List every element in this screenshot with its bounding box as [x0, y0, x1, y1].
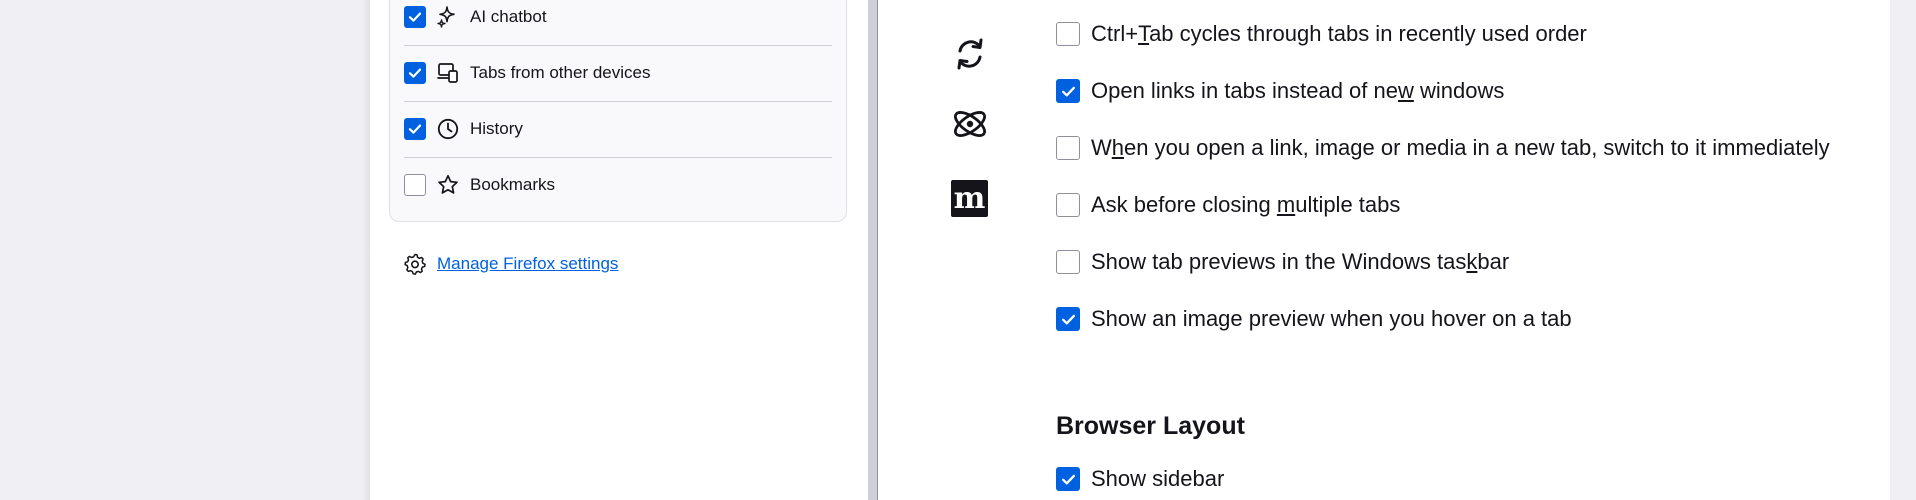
ask-before-closing-label: Ask before closing multiple tabs — [1091, 192, 1400, 218]
open-links-in-tabs-label: Open links in tabs instead of new window… — [1091, 78, 1504, 104]
window-right-edge — [1890, 0, 1916, 500]
settings-main-content: m Ctrl+Tab cycles through tabs in recent… — [878, 0, 1890, 500]
sidebar-option-bookmarks[interactable]: Bookmarks — [404, 157, 832, 213]
ctrl-tab-label-pre: Ctrl+ — [1091, 21, 1139, 46]
ai-chatbot-label: AI chatbot — [470, 7, 547, 26]
sidebar-tools-card: AI chatbot Tabs from other devices Histo… — [389, 0, 847, 222]
sidebar-customize-panel: AI chatbot Tabs from other devices Histo… — [370, 0, 868, 500]
open-links-label-accesskey: w — [1397, 78, 1414, 103]
ctrl-tab-checkbox[interactable] — [1056, 22, 1080, 46]
open-links-in-tabs-checkbox[interactable] — [1056, 79, 1080, 103]
panel-shadow — [362, 0, 370, 500]
sparkle-icon — [437, 6, 455, 28]
switch-to-new-tab-checkbox[interactable] — [1056, 136, 1080, 160]
gear-icon — [404, 253, 426, 275]
hover-preview-checkbox[interactable] — [1056, 307, 1080, 331]
sync-arrows-icon — [957, 38, 983, 70]
ask-closing-label-pre: Ask before closing — [1091, 192, 1277, 217]
clock-icon — [437, 118, 459, 140]
setting-taskbar-tab-previews[interactable]: Show tab previews in the Windows taskbar — [1056, 249, 1509, 275]
switch-tab-label-accesskey: h — [1111, 135, 1125, 160]
taskbar-label-pre: Show tab previews in the Windows tas — [1091, 249, 1467, 274]
open-links-label-post: windows — [1413, 78, 1505, 103]
ask-closing-label-post: ultiple tabs — [1295, 192, 1401, 217]
ctrl-tab-label-post: ab cycles through tabs in recently used … — [1149, 21, 1587, 46]
setting-ask-before-closing[interactable]: Ask before closing multiple tabs — [1056, 192, 1400, 218]
setting-open-links-in-tabs[interactable]: Open links in tabs instead of new window… — [1056, 78, 1504, 104]
manage-firefox-settings-link[interactable]: Manage Firefox settings — [437, 254, 618, 274]
ai-chatbot-checkbox[interactable] — [404, 6, 426, 28]
switch-tab-label-post: en you open a link, image or media in a … — [1124, 135, 1830, 160]
taskbar-previews-label: Show tab previews in the Windows taskbar — [1091, 249, 1509, 275]
taskbar-label-post: bar — [1477, 249, 1510, 274]
history-label: History — [470, 119, 523, 138]
taskbar-previews-checkbox[interactable] — [1056, 250, 1080, 274]
hover-preview-label: Show an image preview when you hover on … — [1091, 306, 1572, 331]
open-links-label-pre: Open links in tabs instead of ne — [1091, 78, 1398, 103]
history-checkbox[interactable] — [404, 118, 426, 140]
setting-show-sidebar[interactable]: Show sidebar — [1056, 466, 1224, 492]
manage-settings-row[interactable]: Manage Firefox settings — [403, 252, 618, 276]
ctrl-tab-label-accesskey: T — [1138, 21, 1150, 46]
m-logo-icon: m — [951, 180, 988, 217]
ctrl-tab-label: Ctrl+Tab cycles through tabs in recently… — [1091, 21, 1587, 47]
setting-ctrl-tab-cycles[interactable]: Ctrl+Tab cycles through tabs in recently… — [1056, 21, 1587, 47]
show-sidebar-checkbox[interactable] — [1056, 467, 1080, 491]
ask-before-closing-checkbox[interactable] — [1056, 193, 1080, 217]
sidebar-option-synced-tabs[interactable]: Tabs from other devices — [404, 45, 832, 102]
synced-tabs-label: Tabs from other devices — [470, 63, 651, 82]
atom-icon — [954, 111, 986, 137]
browser-layout-heading: Browser Layout — [1056, 412, 1245, 440]
switch-to-new-tab-label: When you open a link, image or media in … — [1091, 135, 1830, 161]
synced-tabs-checkbox[interactable] — [404, 62, 426, 84]
m-logo-letter: m — [953, 180, 986, 216]
setting-hover-image-preview[interactable]: Show an image preview when you hover on … — [1056, 306, 1572, 332]
sidebar-option-history[interactable]: History — [404, 101, 832, 158]
show-sidebar-label: Show sidebar — [1091, 466, 1225, 491]
synced-tabs-icon — [437, 63, 458, 83]
bookmarks-checkbox[interactable] — [404, 174, 426, 196]
star-icon — [438, 174, 458, 194]
setting-switch-to-new-tab[interactable]: When you open a link, image or media in … — [1056, 135, 1830, 161]
sidebar-option-ai-chatbot[interactable]: AI chatbot — [404, 0, 832, 46]
taskbar-label-accesskey: k — [1466, 249, 1478, 274]
ask-closing-label-accesskey: m — [1276, 192, 1296, 217]
bookmarks-label: Bookmarks — [470, 175, 556, 194]
switch-tab-label-pre: W — [1091, 135, 1112, 160]
